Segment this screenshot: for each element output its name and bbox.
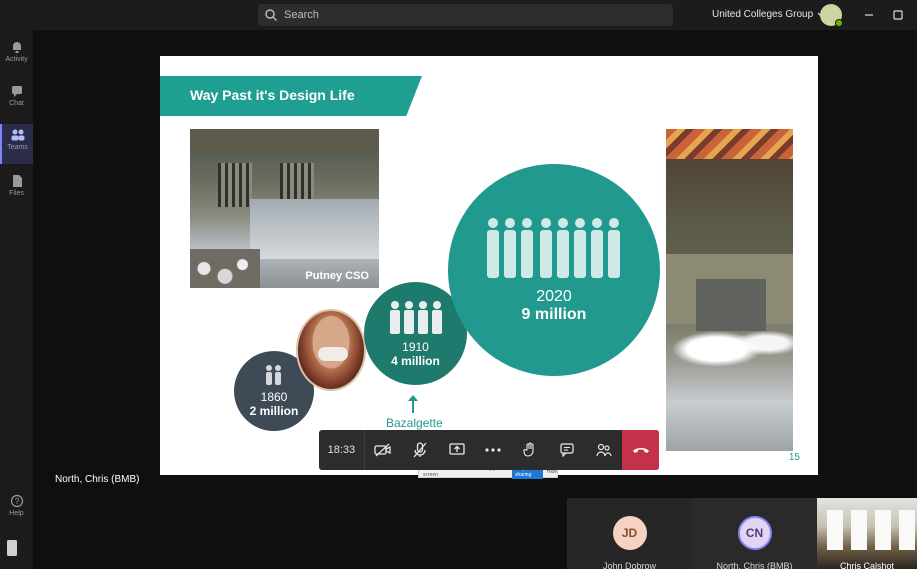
outfall-photo (666, 129, 793, 451)
participant-video-tile[interactable]: Chris Calshot (817, 498, 917, 569)
participant-tile[interactable]: JD John Dobrow (567, 498, 692, 569)
slide-page-number: 15 (788, 452, 800, 463)
rail-item-activity[interactable]: Activity (0, 36, 33, 76)
bell-icon (12, 42, 21, 53)
device-icon[interactable] (4, 538, 20, 558)
arrow-up-icon (408, 395, 418, 413)
shared-slide: Way Past it's Design Life Putney CSO 186… (160, 56, 818, 475)
search-input[interactable] (284, 9, 664, 21)
chat-button[interactable] (549, 430, 586, 470)
participant-name: North, Chris (BMB) (716, 561, 793, 569)
participant-name: John Dobrow (602, 561, 657, 569)
presenter-name: North, Chris (BMB) (55, 474, 140, 485)
maximize-icon[interactable] (891, 8, 905, 22)
meeting-controls: 18:33 (319, 430, 659, 470)
participants-button[interactable] (585, 430, 622, 470)
rail-label: Files (9, 190, 24, 197)
participant-name: Chris Calshot (839, 561, 895, 569)
circle-year: 2020 (536, 288, 572, 305)
user-avatar[interactable] (820, 4, 843, 27)
org-switcher[interactable]: United Colleges Group (712, 9, 825, 20)
hand-icon (523, 442, 534, 457)
people-icon (486, 216, 622, 280)
slide-title-banner: Way Past it's Design Life (160, 76, 422, 116)
putney-cso-photo: Putney CSO (190, 129, 379, 288)
rail-item-teams[interactable]: Teams (0, 124, 33, 164)
more-icon (485, 448, 502, 452)
rail-item-chat[interactable]: Chat (0, 80, 33, 120)
minimize-icon[interactable] (862, 8, 876, 22)
share-tray-icon (449, 443, 465, 455)
avatar: JD (612, 516, 647, 550)
people-icon (388, 300, 444, 336)
hang-up-icon (632, 448, 649, 453)
slide-title: Way Past it's Design Life (190, 87, 355, 103)
camera-toggle-button[interactable] (365, 430, 402, 470)
more-actions-button[interactable] (475, 430, 512, 470)
participant-tile[interactable]: CN North, Chris (BMB) (692, 498, 817, 569)
mic-toggle-button[interactable] (402, 430, 439, 470)
help-icon: ? (10, 494, 23, 508)
leave-call-button[interactable] (622, 430, 659, 470)
rail-item-help[interactable]: ? Help (0, 490, 33, 530)
app-rail: Activity Chat Teams Files ? Help (0, 30, 33, 569)
chat-icon (560, 443, 574, 457)
rail-label: Chat (9, 100, 24, 107)
file-icon (12, 175, 22, 187)
mic-off-icon (413, 442, 427, 458)
teams-icon (11, 129, 24, 141)
teams-window: United Colleges Group Activity Chat Team… (0, 0, 917, 569)
photo-caption: Putney CSO (305, 270, 369, 282)
circle-amount: 9 million (521, 306, 587, 323)
rail-label: Help (9, 510, 24, 517)
people-icon (263, 364, 285, 386)
search-icon (265, 9, 277, 21)
circle-year: 1910 (402, 339, 429, 354)
search-box[interactable] (258, 4, 673, 26)
circle-amount: 4 million (391, 353, 440, 368)
circle-amount: 2 million (249, 404, 299, 418)
share-screen-button[interactable] (438, 430, 475, 470)
raise-hand-button[interactable] (512, 430, 549, 470)
bazalgette-label: Bazalgette (386, 416, 443, 430)
rail-item-files[interactable]: Files (0, 170, 33, 210)
rail-label: Teams (7, 144, 28, 151)
camera-off-icon (374, 443, 391, 457)
rail-label: Activity (5, 56, 28, 63)
svg-text:?: ? (14, 497, 19, 506)
avatar: CN (737, 516, 772, 550)
chat-icon (11, 86, 22, 97)
org-name: United Colleges Group (712, 9, 814, 20)
people-icon (596, 443, 612, 457)
title-bar: United Colleges Group (0, 0, 917, 30)
meeting-timer: 18:33 (319, 430, 365, 470)
circle-year: 1860 (260, 390, 288, 404)
bazalgette-portrait (296, 309, 366, 391)
population-circle-2020: 2020 9 million (448, 164, 660, 376)
presence-available-icon (835, 19, 843, 27)
